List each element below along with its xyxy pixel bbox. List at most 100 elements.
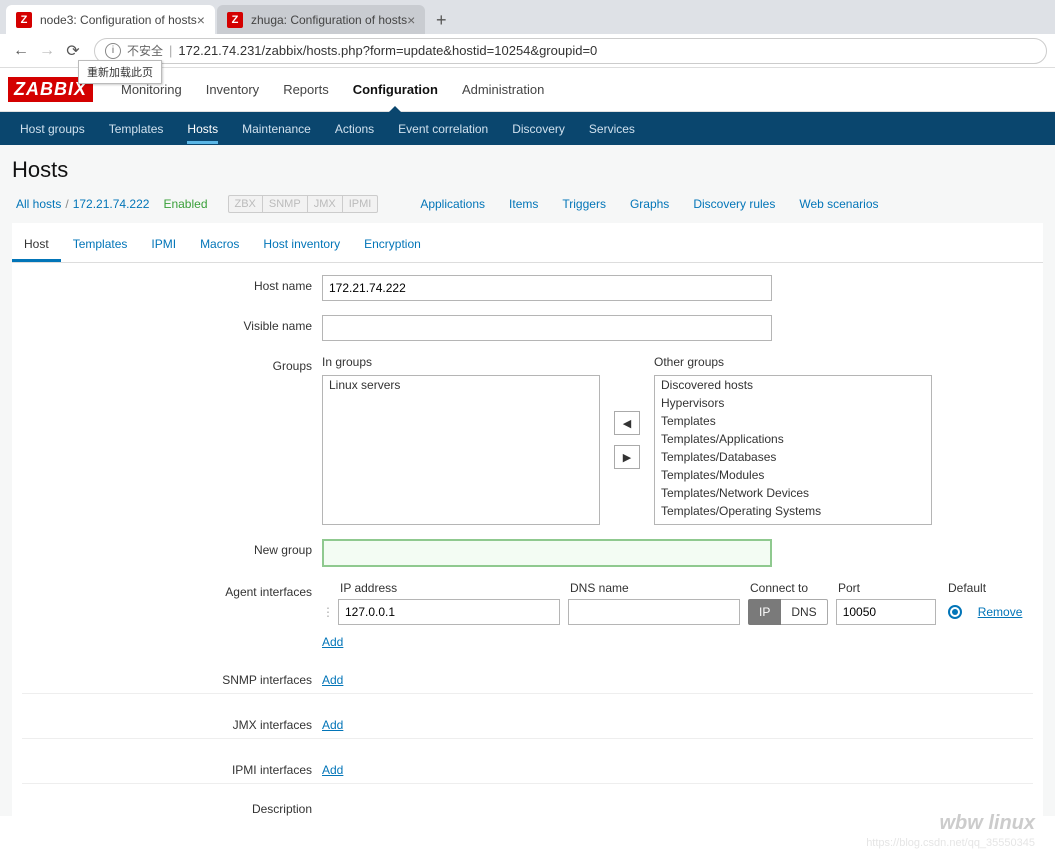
visible-name-label: Visible name — [22, 315, 322, 341]
list-item[interactable]: Discovered hosts — [655, 376, 931, 394]
tab-host[interactable]: Host — [12, 229, 61, 262]
list-item[interactable]: Templates/Modules — [655, 466, 931, 484]
content: Hosts All hosts / 172.21.74.222 Enabled … — [0, 145, 1055, 816]
move-right-button[interactable]: ▶ — [614, 445, 640, 469]
col-default: Default — [948, 581, 1018, 595]
info-icon[interactable]: i — [105, 43, 121, 59]
pill-ipmi: IPMI — [343, 195, 379, 213]
link-discovery-rules[interactable]: Discovery rules — [693, 197, 775, 211]
ip-address-input[interactable] — [338, 599, 560, 625]
nav-configuration[interactable]: Configuration — [353, 82, 438, 97]
zabbix-favicon: Z — [16, 12, 32, 28]
other-groups-label: Other groups — [654, 355, 932, 369]
sub-nav: Host groups Templates Hosts Maintenance … — [0, 112, 1055, 145]
form-tabs: Host Templates IPMI Macros Host inventor… — [12, 223, 1043, 263]
breadcrumb-all-hosts[interactable]: All hosts — [16, 197, 61, 211]
subnav-maintenance[interactable]: Maintenance — [242, 118, 311, 140]
subnav-host-groups[interactable]: Host groups — [20, 118, 85, 140]
snmp-interfaces-label: SNMP interfaces — [22, 669, 322, 687]
insecure-label: 不安全 — [127, 42, 163, 59]
list-item[interactable]: Templates/Operating Systems — [655, 502, 931, 520]
list-item[interactable]: Templates/Network Devices — [655, 484, 931, 502]
list-item[interactable]: Templates — [655, 412, 931, 430]
tab-ipmi[interactable]: IPMI — [139, 229, 188, 262]
col-ip: IP address — [340, 581, 570, 595]
new-tab-button[interactable]: + — [427, 6, 455, 34]
port-input[interactable] — [836, 599, 936, 625]
in-groups-list[interactable]: Linux servers — [322, 375, 600, 525]
link-applications[interactable]: Applications — [420, 197, 485, 211]
groups-label: Groups — [22, 355, 322, 525]
add-agent-interface-link[interactable]: Add — [322, 635, 343, 649]
link-graphs[interactable]: Graphs — [630, 197, 669, 211]
link-web-scenarios[interactable]: Web scenarios — [799, 197, 878, 211]
host-name-label: Host name — [22, 275, 322, 301]
nav-administration[interactable]: Administration — [462, 82, 544, 97]
list-item[interactable]: Linux servers — [323, 376, 599, 394]
description-label: Description — [22, 798, 322, 816]
pill-jmx: JMX — [308, 195, 343, 213]
list-item[interactable]: Hypervisors — [655, 394, 931, 412]
url-bar[interactable]: i 不安全 | 172.21.74.231/zabbix/hosts.php?f… — [94, 38, 1047, 64]
breadcrumb: All hosts / 172.21.74.222 Enabled ZBX SN… — [12, 195, 1043, 213]
url-text: 172.21.74.231/zabbix/hosts.php?form=upda… — [178, 43, 597, 58]
agent-interfaces-label: Agent interfaces — [22, 581, 322, 649]
agent-interface-row: ⋮⋮ IP DNS Remove — [322, 599, 1033, 625]
connect-dns-button[interactable]: DNS — [781, 599, 827, 625]
col-port: Port — [838, 581, 948, 595]
close-icon[interactable]: × — [407, 12, 415, 28]
availability-pills: ZBX SNMP JMX IPMI — [228, 195, 379, 213]
link-triggers[interactable]: Triggers — [562, 197, 606, 211]
add-ipmi-interface-link[interactable]: Add — [322, 763, 343, 777]
browser-tab-inactive[interactable]: Z zhuga: Configuration of hosts × — [217, 5, 425, 34]
subnav-services[interactable]: Services — [589, 118, 635, 140]
zabbix-favicon: Z — [227, 12, 243, 28]
nav-monitoring[interactable]: Monitoring — [121, 82, 182, 97]
back-button[interactable]: ← — [8, 38, 34, 64]
tab-title: zhuga: Configuration of hosts — [251, 13, 407, 27]
tab-encryption[interactable]: Encryption — [352, 229, 433, 262]
browser-tab-active[interactable]: Z node3: Configuration of hosts × — [6, 5, 215, 34]
subnav-hosts[interactable]: Hosts — [187, 114, 218, 144]
watermark-url: https://blog.csdn.net/qq_35550345 — [866, 837, 1035, 849]
visible-name-input[interactable] — [322, 315, 772, 341]
breadcrumb-current[interactable]: 172.21.74.222 — [73, 197, 150, 211]
nav-inventory[interactable]: Inventory — [206, 82, 259, 97]
new-group-label: New group — [22, 539, 322, 567]
remove-interface-link[interactable]: Remove — [978, 605, 1023, 619]
connect-ip-button[interactable]: IP — [748, 599, 781, 625]
new-group-input[interactable] — [322, 539, 772, 567]
subnav-actions[interactable]: Actions — [335, 118, 374, 140]
move-left-button[interactable]: ◀ — [614, 411, 640, 435]
jmx-interfaces-label: JMX interfaces — [22, 714, 322, 732]
status-enabled: Enabled — [163, 197, 207, 211]
add-snmp-interface-link[interactable]: Add — [322, 673, 343, 687]
add-jmx-interface-link[interactable]: Add — [322, 718, 343, 732]
page-title: Hosts — [12, 157, 1043, 183]
col-dns: DNS name — [570, 581, 750, 595]
default-radio[interactable] — [948, 605, 966, 619]
watermark: wbw linux — [939, 812, 1035, 835]
col-connect: Connect to — [750, 581, 838, 595]
dns-name-input[interactable] — [568, 599, 740, 625]
drag-handle-icon[interactable]: ⋮⋮ — [322, 605, 334, 619]
list-item[interactable]: Templates/Databases — [655, 448, 931, 466]
other-groups-list[interactable]: Discovered hosts Hypervisors Templates T… — [654, 375, 932, 525]
close-icon[interactable]: × — [197, 12, 205, 28]
tab-title: node3: Configuration of hosts — [40, 13, 197, 27]
tab-host-inventory[interactable]: Host inventory — [251, 229, 352, 262]
tab-templates[interactable]: Templates — [61, 229, 140, 262]
subnav-discovery[interactable]: Discovery — [512, 118, 565, 140]
tab-macros[interactable]: Macros — [188, 229, 251, 262]
subnav-event-correlation[interactable]: Event correlation — [398, 118, 488, 140]
forward-button[interactable]: → — [34, 38, 60, 64]
list-item[interactable]: Templates/Applications — [655, 430, 931, 448]
host-form: Host name Visible name Groups In groups … — [12, 263, 1043, 816]
nav-reports[interactable]: Reports — [283, 82, 329, 97]
list-item[interactable]: Templates/Servers Hardware — [655, 520, 931, 525]
subnav-templates[interactable]: Templates — [109, 118, 164, 140]
ipmi-interfaces-label: IPMI interfaces — [22, 759, 322, 777]
host-name-input[interactable] — [322, 275, 772, 301]
in-groups-label: In groups — [322, 355, 600, 369]
link-items[interactable]: Items — [509, 197, 538, 211]
